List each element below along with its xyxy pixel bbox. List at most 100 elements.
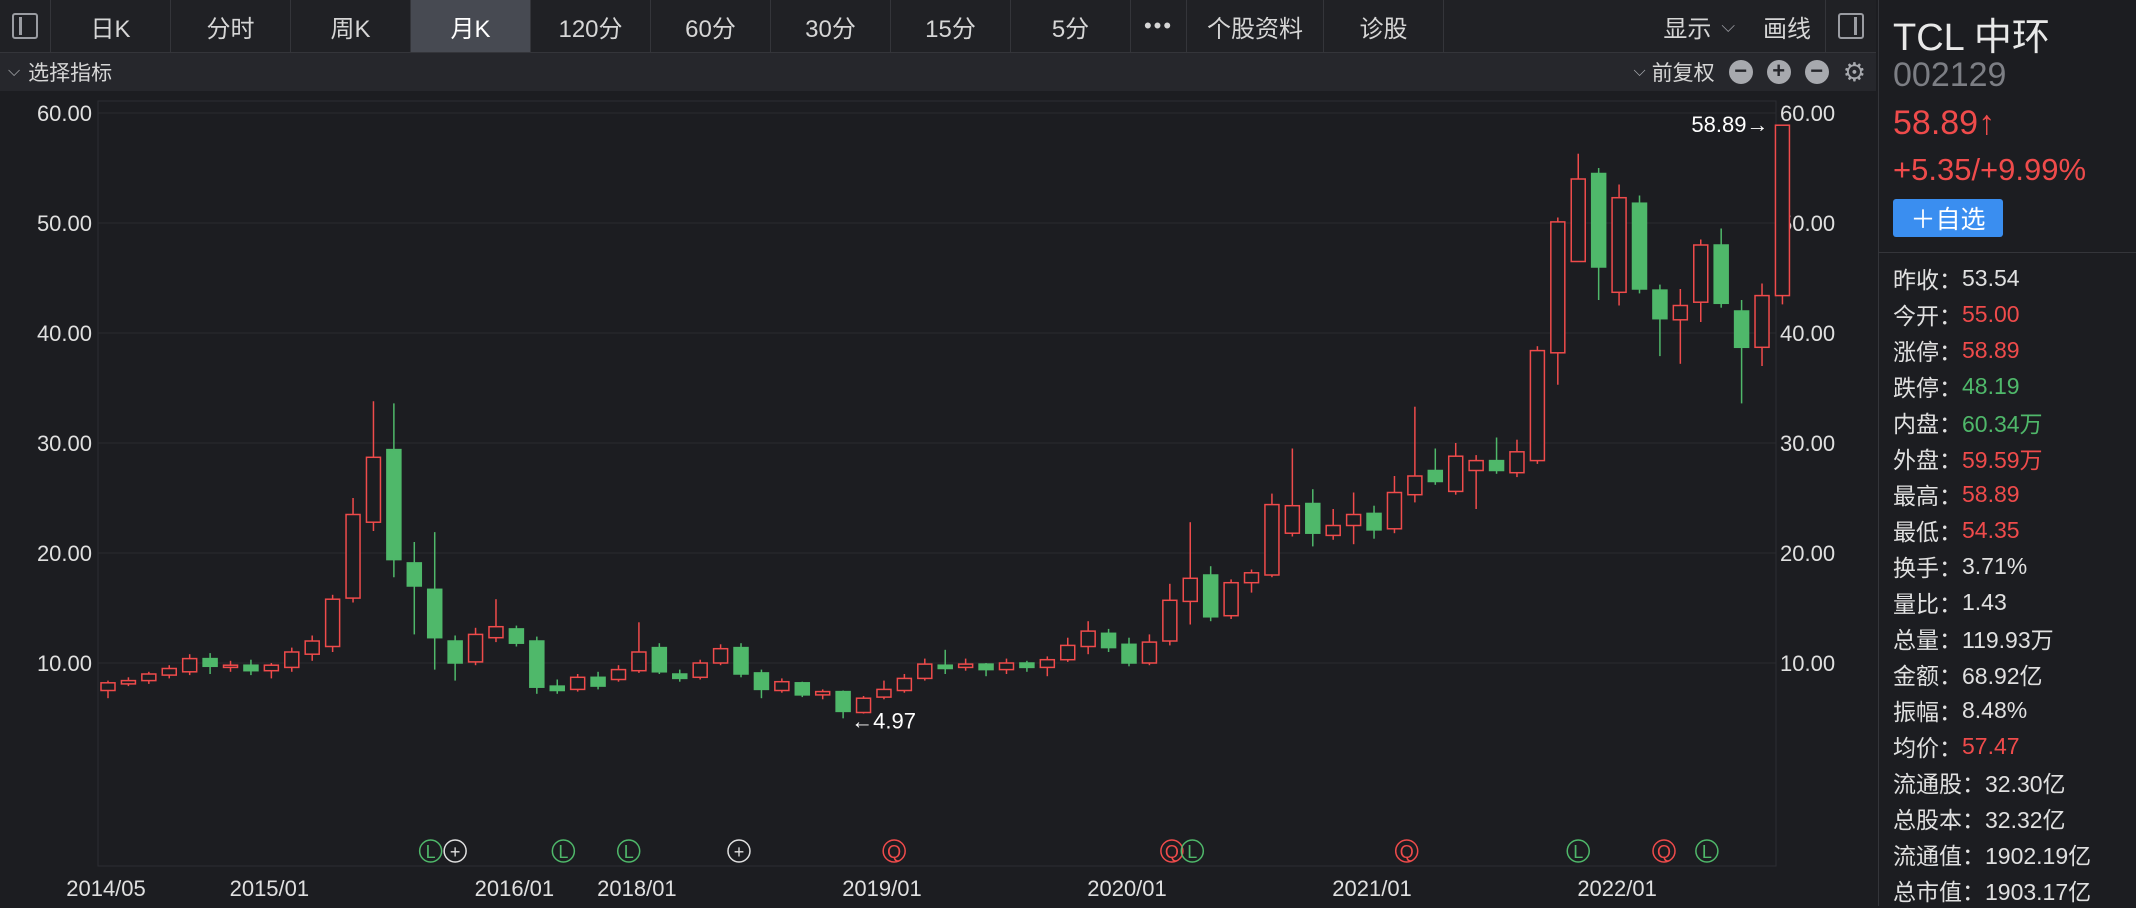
stock-info-button[interactable]: 个股资料 xyxy=(1187,0,1324,52)
stat-value: 1903.17亿 xyxy=(1985,879,2092,905)
zoom-in-icon[interactable]: + xyxy=(1766,60,1791,84)
stat-label: 量比： xyxy=(1893,591,1962,617)
stat-value: 1902.19亿 xyxy=(1985,843,2092,869)
stats-list: 昨收： 53.54 今开： 55.00 涨停： 58.89 跌停： 48.19 内盘： 60.34… xyxy=(1893,260,2091,908)
candle-body xyxy=(1202,574,1219,618)
tab-120min[interactable]: 120分 xyxy=(531,0,651,52)
y-tick-label: 40.00 xyxy=(37,321,92,346)
chevron-down-icon[interactable]: ⌵ xyxy=(1634,63,1646,81)
select-indicator-button[interactable]: 选择指标 xyxy=(28,57,112,87)
candle-body xyxy=(1386,491,1403,530)
event-markers: L+LL+QQLQLQLLQ xyxy=(418,839,1719,863)
candle-body xyxy=(345,513,361,599)
x-tick-label: 2021/01 xyxy=(1332,876,1412,901)
stat-value: 32.30亿 xyxy=(1985,771,2066,797)
stat-label: 换手： xyxy=(1893,555,1962,581)
minimize-icon[interactable]: − xyxy=(1804,60,1829,84)
event-marker-label: Q xyxy=(887,842,901,862)
candle-body xyxy=(733,646,749,675)
stat-label: 内盘： xyxy=(1893,411,1962,437)
event-marker-label: L xyxy=(1573,842,1583,862)
price-annotations: 58.89→ ←4.97 xyxy=(851,112,1768,733)
candle-body xyxy=(100,682,116,692)
candle-body xyxy=(284,651,300,669)
y-tick-label: 50.00 xyxy=(37,211,92,236)
tab-30min[interactable]: 30分 xyxy=(771,0,891,52)
candle-body xyxy=(386,448,402,561)
candle-body xyxy=(610,668,627,681)
diagnose-button[interactable]: 诊股 xyxy=(1324,0,1444,52)
stat-row: 总量： 119.93万 xyxy=(1893,620,2091,656)
stat-value: 68.92亿 xyxy=(1962,663,2043,689)
candle-body xyxy=(1774,124,1791,297)
x-tick-label: 2016/01 xyxy=(475,876,555,901)
plot-frame xyxy=(97,100,1777,867)
candle-body xyxy=(1754,294,1770,349)
y-tick-label: 20.00 xyxy=(37,541,92,566)
event-marker-label: + xyxy=(734,842,745,862)
stat-row: 换手： 3.71% xyxy=(1893,548,2091,584)
stat-label: 总股本： xyxy=(1893,807,1985,833)
add-watchlist-button[interactable]: ＋自选 xyxy=(1893,199,2003,237)
tab-intraday[interactable]: 分时 xyxy=(171,0,291,52)
candle-body xyxy=(1631,202,1648,290)
stat-value: 54.35 xyxy=(1962,516,2020,543)
candle-body xyxy=(1305,502,1321,534)
stat-row: 总市值： 1903.17亿 xyxy=(1893,872,2091,908)
zoom-out-icon[interactable]: − xyxy=(1728,60,1753,84)
candle-body xyxy=(937,664,953,670)
candle-body xyxy=(1019,662,1035,669)
more-periods-button[interactable]: ••• xyxy=(1131,0,1187,52)
event-marker-label: Q xyxy=(1657,842,1671,862)
candle-body xyxy=(814,690,831,696)
stat-value: 48.19 xyxy=(1962,372,2020,399)
candle-body xyxy=(1733,310,1750,349)
candle-body xyxy=(508,628,525,644)
candle-body xyxy=(835,690,851,713)
stat-row: 流通值： 1902.19亿 xyxy=(1893,836,2091,872)
candle-body xyxy=(1550,221,1566,354)
stat-label: 金额： xyxy=(1893,663,1962,689)
candle-body xyxy=(1570,178,1586,263)
candle-body xyxy=(1325,524,1341,537)
stat-value: 119.93万 xyxy=(1962,627,2054,653)
right-panel-toggle-icon[interactable] xyxy=(1825,0,1876,52)
draw-line-button[interactable]: 画线 xyxy=(1749,0,1825,52)
y-tick-label: 10.00 xyxy=(37,651,92,676)
candle-body xyxy=(1182,577,1199,603)
candle-body xyxy=(1529,349,1546,462)
tab-15min[interactable]: 15分 xyxy=(891,0,1011,52)
chevron-down-icon[interactable]: ⌵ xyxy=(8,63,20,81)
gear-icon[interactable]: ⚙ xyxy=(1843,57,1866,88)
candle-body xyxy=(467,633,484,663)
stat-label: 今开： xyxy=(1893,303,1962,329)
candle-body xyxy=(426,588,443,639)
candle-body xyxy=(365,456,382,523)
stat-row: 最低： 54.35 xyxy=(1893,512,2091,548)
adjust-mode-dropdown[interactable]: 前复权 xyxy=(1652,57,1715,87)
low-price-annotation: ←4.97 xyxy=(851,708,916,733)
left-panel-toggle-icon[interactable] xyxy=(0,0,51,52)
stat-row: 内盘： 60.34万 xyxy=(1893,404,2091,440)
candle-body xyxy=(1488,459,1505,472)
tab-monthly[interactable]: 月K xyxy=(411,0,531,52)
event-marker-label: L xyxy=(426,842,436,862)
stat-label: 均价： xyxy=(1893,735,1962,761)
tab-60min[interactable]: 60分 xyxy=(651,0,771,52)
stat-value: 1.43 xyxy=(1962,588,2007,615)
candle-body xyxy=(1672,304,1689,321)
tab-5min[interactable]: 5分 xyxy=(1011,0,1131,52)
candle-body xyxy=(1223,581,1239,617)
stock-name: TCL 中环 xyxy=(1893,17,2050,59)
kline-chart[interactable]: 60.00 50.00 40.00 30.00 20.00 10.00 60.00 50.0… xyxy=(0,91,1876,906)
chart-grid xyxy=(97,100,1777,867)
candle-body xyxy=(569,676,586,691)
display-dropdown[interactable]: 显示 ⌵ xyxy=(1649,0,1749,52)
candle-body xyxy=(917,663,933,680)
candle-body xyxy=(672,673,688,680)
candle-body xyxy=(876,688,892,698)
tab-weekly[interactable]: 周K xyxy=(291,0,411,52)
tab-daily[interactable]: 日K xyxy=(51,0,171,52)
stat-value: 58.89 xyxy=(1962,480,2020,507)
x-tick-label: 2019/01 xyxy=(842,876,922,901)
